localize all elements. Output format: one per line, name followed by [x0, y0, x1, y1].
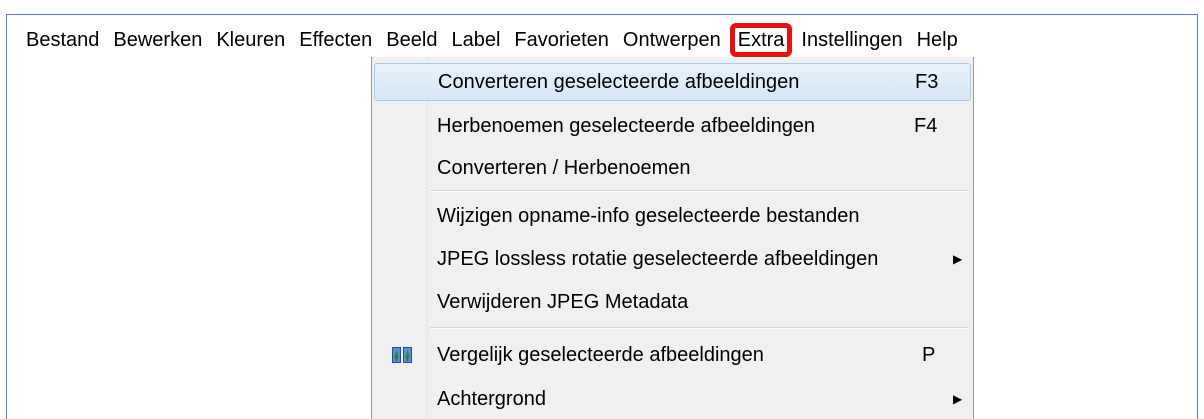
menu-bewerken[interactable]: Bewerken [106, 25, 209, 55]
menu-item-label: Herbenoemen geselecteerde afbeeldingen [437, 114, 816, 137]
menu-effecten[interactable]: Effecten [292, 25, 379, 55]
shortcut-label: F4 [914, 114, 938, 137]
menu-separator [430, 327, 969, 329]
menu-item-converteren-selectie[interactable]: Converteren geselecteerde afbeeldingen F… [374, 63, 971, 101]
menu-item-herbenoemen-selectie[interactable]: Herbenoemen geselecteerde afbeeldingen F… [374, 107, 971, 145]
menu-item-label: Converteren / Herbenoemen [437, 156, 691, 179]
menu-extra[interactable]: Extra [729, 23, 793, 57]
menu-item-label: Achtergrond [437, 387, 546, 410]
menu-ontwerpen[interactable]: Ontwerpen [616, 25, 728, 55]
shortcut-label: F3 [915, 70, 939, 93]
menu-item-jpeg-lossless-rotatie[interactable]: JPEG lossless rotatie geselecteerde afbe… [374, 240, 971, 278]
submenu-arrow-icon: ▶ [953, 252, 963, 266]
menu-item-converteren-herbenoemen[interactable]: Converteren / Herbenoemen [374, 149, 971, 187]
menu-item-verwijderen-metadata[interactable]: Verwijderen JPEG Metadata [374, 283, 971, 321]
menu-beeld[interactable]: Beeld [379, 25, 444, 55]
menu-help[interactable]: Help [910, 25, 965, 55]
menu-item-label: Wijzigen opname-info geselecteerde besta… [437, 204, 860, 227]
menu-instellingen[interactable]: Instellingen [794, 25, 909, 55]
menu-item-wijzigen-opname-info[interactable]: Wijzigen opname-info geselecteerde besta… [374, 197, 971, 235]
menu-kleuren[interactable]: Kleuren [209, 25, 292, 55]
menu-item-vergelijk[interactable]: Vergelijk geselecteerde afbeeldingen P [374, 336, 971, 374]
menu-bestand[interactable]: Bestand [19, 25, 106, 55]
menu-separator [430, 190, 969, 192]
compare-images-icon [392, 347, 412, 363]
extra-dropdown-menu: Converteren geselecteerde afbeeldingen F… [371, 57, 974, 419]
menu-item-achtergrond[interactable]: Achtergrond ▶ [374, 380, 971, 418]
menu-item-label: Vergelijk geselecteerde afbeeldingen [437, 343, 764, 366]
menu-item-label: Converteren geselecteerde afbeeldingen [438, 70, 800, 93]
submenu-arrow-icon: ▶ [953, 392, 963, 406]
menu-item-label: JPEG lossless rotatie geselecteerde afbe… [437, 247, 879, 270]
shortcut-label: P [922, 343, 936, 366]
menu-item-label: Verwijderen JPEG Metadata [437, 290, 689, 313]
menu-label[interactable]: Label [444, 25, 507, 55]
menu-favorieten[interactable]: Favorieten [507, 25, 616, 55]
